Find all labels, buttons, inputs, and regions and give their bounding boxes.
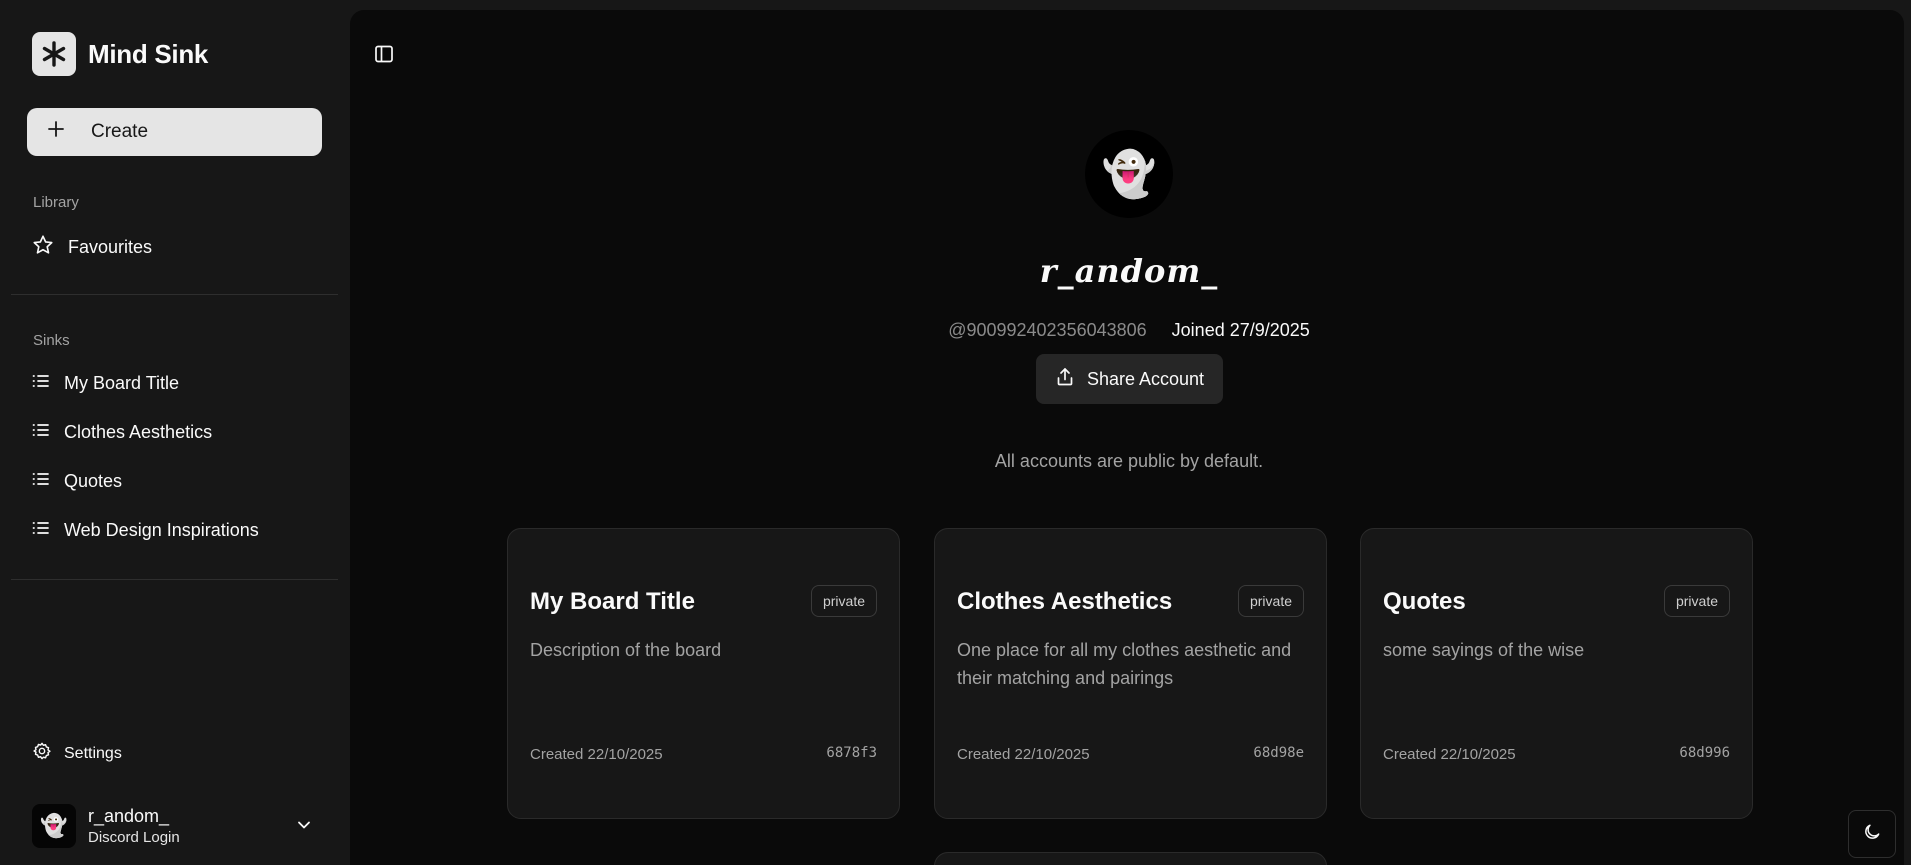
user-login-type: Discord Login xyxy=(88,829,180,846)
board-card[interactable]: My Board Title private Description of th… xyxy=(507,528,900,819)
sidebar: Mind Sink Create Library Favourites Sink… xyxy=(0,0,350,865)
board-created-date: Created 22/10/2025 xyxy=(1383,746,1516,763)
app-name: Mind Sink xyxy=(88,38,209,69)
board-title: My Board Title xyxy=(530,588,695,615)
sidebar-item-favourites[interactable]: Favourites xyxy=(32,234,152,261)
board-title: Quotes xyxy=(1383,588,1466,615)
sidebar-item-quotes[interactable]: Quotes xyxy=(32,470,122,493)
asterisk-logo-icon xyxy=(32,32,76,76)
gear-icon xyxy=(32,741,52,766)
board-card[interactable]: Quotes private some sayings of the wise … xyxy=(1360,528,1753,819)
library-section-label: Library xyxy=(33,194,79,211)
sidebar-item-label: Favourites xyxy=(68,237,153,257)
sidebar-item-web-design-inspirations[interactable]: Web Design Inspirations xyxy=(32,519,259,542)
main-content: 👻 r_andom_ @900992402356043806 Joined 27… xyxy=(350,10,1904,865)
theme-toggle-button[interactable] xyxy=(1848,810,1896,858)
plus-icon xyxy=(47,120,65,144)
profile-name: r_andom_ xyxy=(1039,252,1219,290)
profile-meta: @900992402356043806 Joined 27/9/2025 xyxy=(350,320,1904,341)
board-id: 6878f3 xyxy=(826,745,877,761)
board-description: Description of the board xyxy=(530,640,722,660)
app-root: Mind Sink Create Library Favourites Sink… xyxy=(0,0,1911,865)
board-description: One place for all my clothes aesthetic a… xyxy=(957,640,1292,688)
board-created-date: Created 22/10/2025 xyxy=(957,746,1090,763)
share-account-button[interactable]: Share Account xyxy=(1036,354,1223,404)
settings-button[interactable]: Settings xyxy=(32,741,122,766)
sidebar-item-my-board-title[interactable]: My Board Title xyxy=(32,372,179,395)
sidebar-item-label: Web Design Inspirations xyxy=(64,520,259,540)
share-account-label: Share Account xyxy=(1086,368,1205,389)
list-icon xyxy=(32,519,50,542)
board-card[interactable]: Clothes Aesthetics private One place for… xyxy=(934,528,1327,819)
avatar: 👻 xyxy=(32,804,76,848)
board-description: some sayings of the wise xyxy=(1383,640,1585,660)
sidebar-divider xyxy=(11,294,338,295)
moon-icon xyxy=(1862,822,1882,847)
settings-label: Settings xyxy=(64,744,122,762)
list-icon xyxy=(32,470,50,493)
user-info: r_andom_ Discord Login xyxy=(88,806,180,846)
board-created-date: Created 22/10/2025 xyxy=(530,746,663,763)
sidebar-item-label: Clothes Aesthetics xyxy=(64,422,213,442)
profile-joined-date: Joined 27/9/2025 xyxy=(1171,320,1310,340)
board-id: 68d98e xyxy=(1253,745,1304,761)
privacy-badge: private xyxy=(810,585,877,617)
create-label: Create xyxy=(91,121,149,142)
share-icon xyxy=(1055,367,1075,392)
profile-handle: @900992402356043806 xyxy=(948,320,1147,340)
user-menu[interactable]: 👻 r_andom_ Discord Login xyxy=(32,803,322,849)
chevron-down-icon xyxy=(294,815,314,840)
privacy-badge: private xyxy=(1237,585,1304,617)
privacy-badge: private xyxy=(1663,585,1730,617)
profile-avatar: 👻 xyxy=(1085,130,1173,218)
public-note: All accounts are public by default. xyxy=(994,451,1264,471)
star-icon xyxy=(32,234,54,261)
board-title: Clothes Aesthetics xyxy=(957,588,1173,615)
board-card-partial[interactable] xyxy=(934,852,1327,865)
sinks-section-label: Sinks xyxy=(33,332,70,349)
sidebar-toggle-icon[interactable] xyxy=(374,44,394,69)
sidebar-item-label: Quotes xyxy=(64,471,123,491)
list-icon xyxy=(32,421,50,444)
sidebar-divider xyxy=(11,579,338,580)
sidebar-item-clothes-aesthetics[interactable]: Clothes Aesthetics xyxy=(32,421,212,444)
brand[interactable]: Mind Sink xyxy=(32,32,208,76)
create-button[interactable]: Create xyxy=(27,108,322,156)
board-id: 68d996 xyxy=(1679,745,1730,761)
list-icon xyxy=(32,372,50,395)
sidebar-item-label: My Board Title xyxy=(64,373,180,393)
user-name: r_andom_ xyxy=(88,806,170,826)
